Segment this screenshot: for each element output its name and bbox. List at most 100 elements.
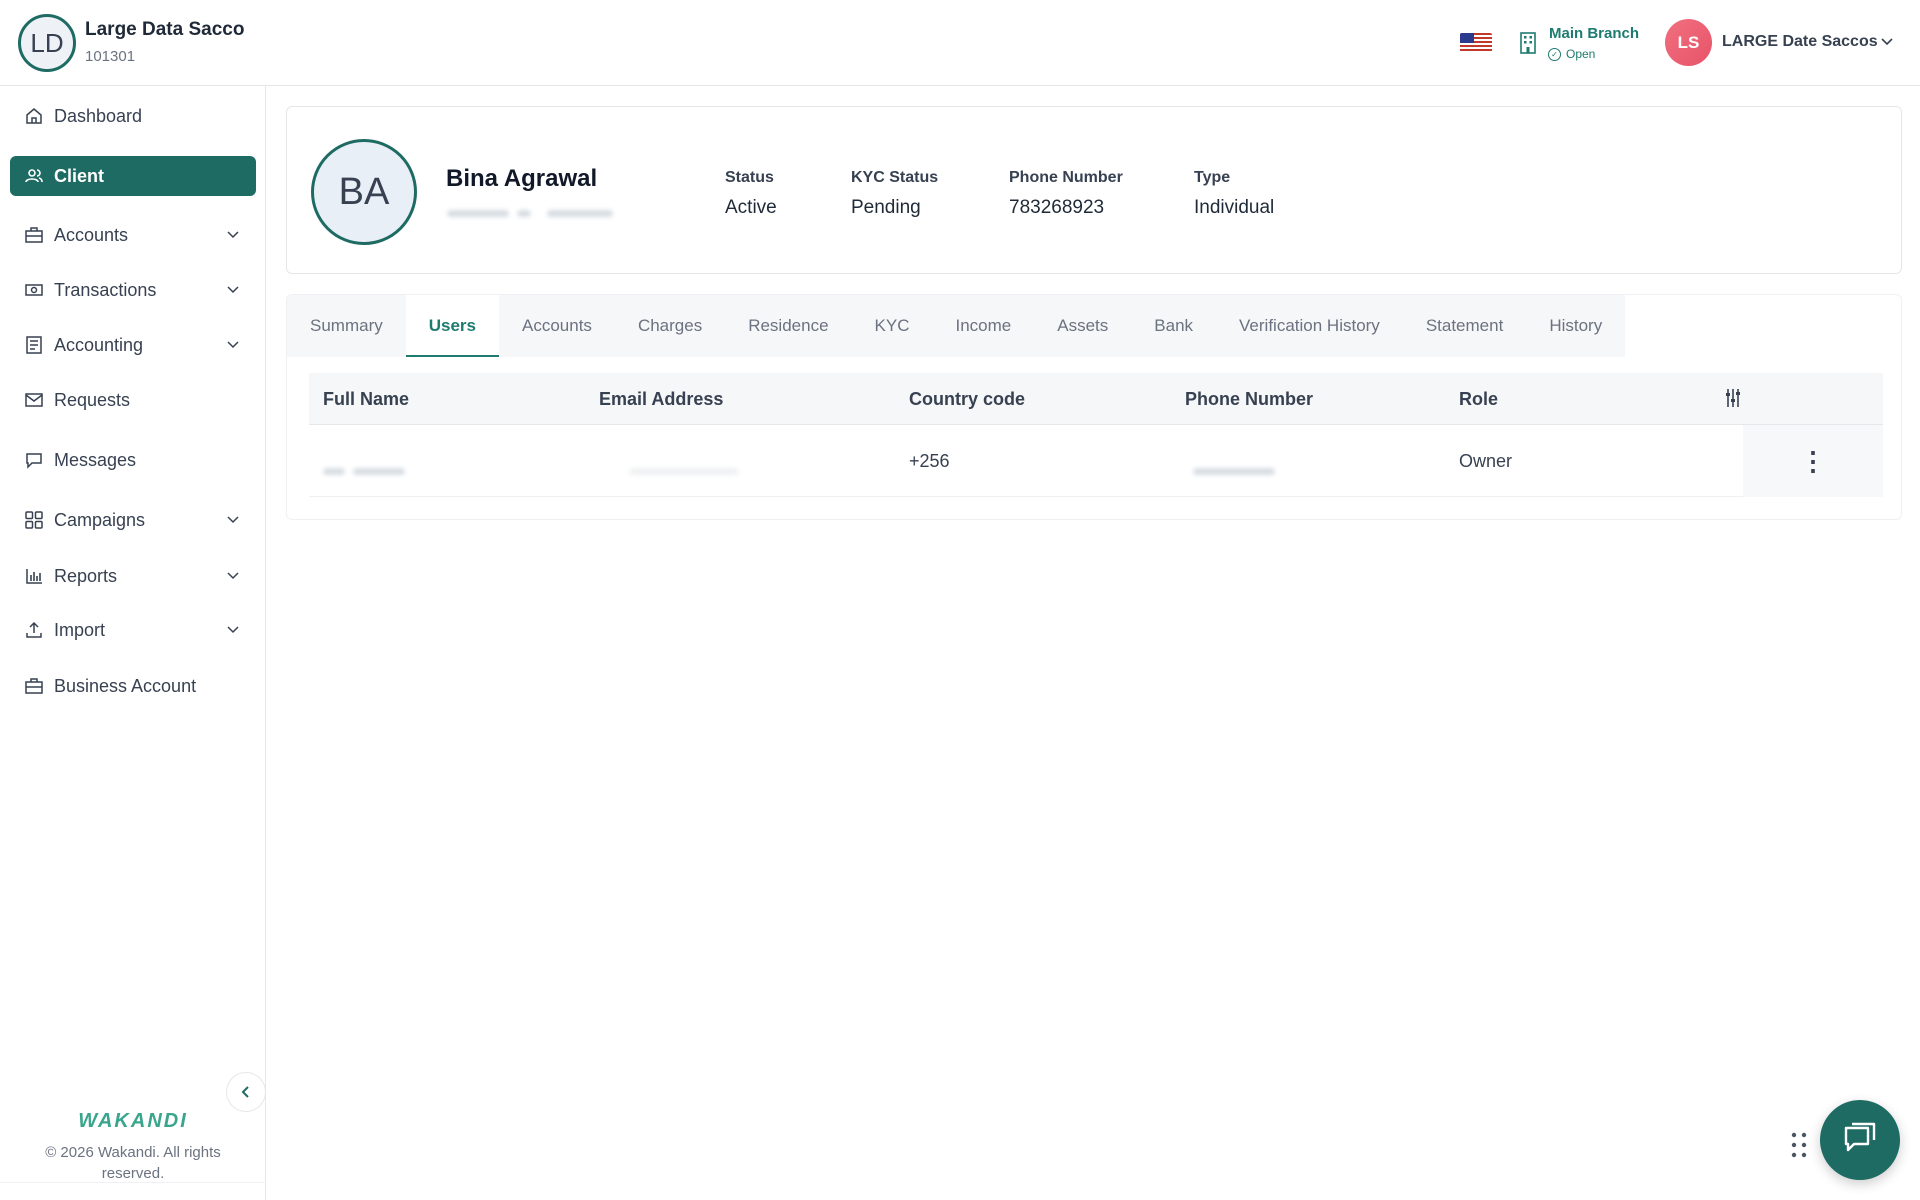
drag-handle-icon[interactable]	[1790, 1130, 1808, 1160]
role-cell: Owner	[1459, 451, 1513, 471]
building-icon[interactable]	[1518, 31, 1538, 55]
sidebar-item-label: Accounts	[54, 224, 129, 245]
tab-bank[interactable]: Bank	[1131, 295, 1216, 357]
sidebar-item-dashboard[interactable]: Dashboard	[10, 96, 256, 136]
tab-summary[interactable]: Summary	[287, 295, 406, 357]
type-value: Individual	[1194, 197, 1275, 218]
chevron-down-icon[interactable]	[1880, 34, 1894, 48]
sidebar-item-label: Messages	[54, 449, 137, 470]
tab-charges[interactable]: Charges	[615, 295, 725, 357]
table-row[interactable]: +256 Owner ⋮	[309, 425, 1883, 497]
type-label: Type	[1194, 169, 1231, 186]
ledger-icon	[24, 335, 44, 355]
tab-income[interactable]: Income	[933, 295, 1035, 357]
client-subtitle-redacted	[447, 204, 647, 217]
row-actions-button[interactable]: ⋮	[1743, 425, 1883, 497]
tab-history[interactable]: History	[1526, 295, 1625, 357]
sidebar-item-label: Business Account	[54, 675, 197, 696]
user-name[interactable]: LARGE Date Saccos	[1722, 33, 1878, 51]
column-email-address[interactable]: Email Address	[599, 389, 723, 410]
tab-users[interactable]: Users	[405, 295, 500, 357]
phone-number-cell-redacted	[1193, 459, 1283, 480]
status-field: Status Active	[725, 169, 777, 219]
status-value: Active	[725, 197, 777, 218]
org-name: Large Data Sacco	[85, 19, 245, 40]
chevron-down-icon[interactable]	[226, 568, 240, 582]
top-header: LD Large Data Sacco 101301 Main Branch ✓…	[0, 0, 1920, 86]
full-name-cell-redacted	[323, 459, 413, 480]
chat-bubble-icon	[1844, 1122, 1876, 1152]
sidebar-item-import[interactable]: Import	[10, 610, 256, 650]
tab-assets[interactable]: Assets	[1034, 295, 1131, 357]
column-country-code[interactable]: Country code	[909, 389, 1025, 410]
sidebar-item-label: Client	[54, 165, 105, 186]
chevron-down-icon[interactable]	[226, 622, 240, 636]
users-icon	[24, 166, 44, 186]
email-cell-redacted	[629, 459, 747, 480]
bar-chart-icon	[24, 566, 44, 586]
phone-number-label: Phone Number	[1009, 169, 1123, 186]
client-details-panel: Summary Users Accounts Charges Residence…	[286, 294, 1902, 520]
more-vertical-icon: ⋮	[1800, 446, 1826, 476]
collapse-sidebar-button[interactable]	[226, 1072, 266, 1112]
kyc-status-field: KYC Status Pending	[851, 169, 938, 219]
sidebar-item-transactions[interactable]: Transactions	[10, 270, 256, 310]
column-phone-number[interactable]: Phone Number	[1185, 389, 1313, 410]
sidebar-item-label: Reports	[54, 565, 118, 586]
brand-logo: WAKANDI	[78, 1110, 188, 1132]
sidebar-item-business-account[interactable]: Business Account	[10, 666, 256, 706]
sidebar-item-label: Import	[54, 619, 106, 640]
sidebar-item-label: Dashboard	[54, 105, 143, 126]
sidebar-item-label: Accounting	[54, 334, 144, 355]
chevron-left-icon	[241, 1086, 249, 1098]
sidebar-item-client[interactable]: Client	[10, 156, 256, 196]
client-profile-card: BA Bina Agrawal Status Active KYC Status…	[286, 106, 1902, 274]
chevron-down-icon[interactable]	[226, 227, 240, 241]
chat-support-button[interactable]	[1820, 1100, 1900, 1180]
column-settings-icon[interactable]	[1723, 387, 1743, 409]
tab-statement[interactable]: Statement	[1403, 295, 1527, 357]
mail-icon	[24, 390, 44, 410]
sidebar: Dashboard Client Accounts Transactions A…	[0, 86, 266, 1200]
chat-icon	[24, 450, 44, 470]
sidebar-item-label: Transactions	[54, 279, 157, 300]
briefcase-icon	[24, 676, 44, 696]
chevron-down-icon[interactable]	[226, 282, 240, 296]
client-avatar: BA	[311, 139, 417, 245]
upload-icon	[24, 620, 44, 640]
user-avatar[interactable]: LS	[1665, 19, 1712, 66]
tab-verification-history[interactable]: Verification History	[1216, 295, 1403, 357]
sidebar-item-campaigns[interactable]: Campaigns	[10, 500, 256, 540]
tab-residence[interactable]: Residence	[725, 295, 851, 357]
tab-kyc[interactable]: KYC	[852, 295, 933, 357]
type-field: Type Individual	[1194, 169, 1274, 219]
country-code-cell: +256	[909, 451, 950, 471]
column-full-name[interactable]: Full Name	[323, 389, 409, 410]
org-id: 101301	[85, 48, 136, 65]
chevron-down-icon[interactable]	[226, 512, 240, 526]
check-circle-icon: ✓	[1548, 47, 1561, 61]
copyright-text: © 2026 Wakandi. All rights reserved.	[45, 1144, 221, 1182]
sidebar-item-requests[interactable]: Requests	[10, 380, 256, 420]
sidebar-item-accounts[interactable]: Accounts	[10, 215, 256, 255]
sidebar-item-messages[interactable]: Messages	[10, 440, 256, 480]
column-role[interactable]: Role	[1459, 389, 1498, 410]
sidebar-item-accounting[interactable]: Accounting	[10, 325, 256, 365]
client-name: Bina Agrawal	[446, 165, 598, 192]
briefcase-icon	[24, 225, 44, 245]
org-avatar[interactable]: LD	[18, 14, 76, 72]
tab-accounts[interactable]: Accounts	[499, 295, 615, 357]
kyc-status-label: KYC Status	[851, 169, 939, 186]
money-icon	[24, 280, 44, 300]
phone-number-value: 783268923	[1009, 197, 1105, 218]
sidebar-item-reports[interactable]: Reports	[10, 556, 256, 596]
home-icon	[24, 106, 44, 126]
branch-name[interactable]: Main Branch	[1549, 25, 1639, 42]
status-label: Status	[725, 169, 774, 186]
grid-icon	[24, 510, 44, 530]
branch-status: ✓ Open	[1548, 47, 1595, 61]
chevron-down-icon[interactable]	[226, 337, 240, 351]
table-header: Full Name Email Address Country code Pho…	[309, 373, 1883, 425]
us-flag-icon[interactable]	[1460, 33, 1492, 52]
sidebar-item-label: Requests	[54, 389, 131, 410]
